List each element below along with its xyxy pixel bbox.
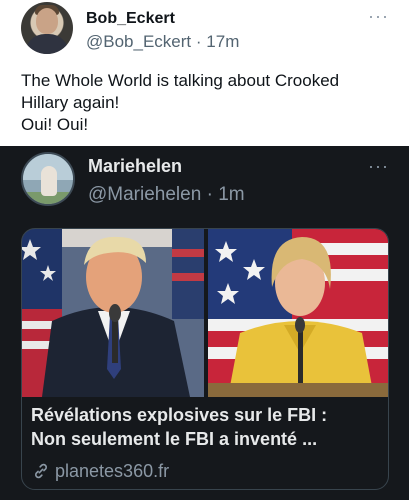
quoted-tweet[interactable]: Mariehelen @Mariehelen · 1m ··· Révélati… bbox=[0, 146, 409, 500]
tweet-text-line: Hillary again! bbox=[21, 93, 120, 112]
tweet[interactable]: Bob_Eckert @Bob_Eckert · 17m ··· The Who… bbox=[0, 0, 409, 146]
author-meta: @Bob_Eckert · 17m bbox=[86, 32, 239, 52]
author-handle[interactable]: @Bob_Eckert bbox=[86, 32, 191, 51]
link-icon bbox=[35, 463, 47, 479]
tweet-text-line: Oui! Oui! bbox=[21, 115, 89, 134]
quoted-tweet-timestamp[interactable]: 1m bbox=[218, 184, 244, 205]
quoted-author-handle[interactable]: @Mariehelen bbox=[88, 184, 201, 205]
quoted-author-display-name[interactable]: Mariehelen bbox=[88, 156, 182, 177]
tweet-text-line: The Whole World is talking about Crooked bbox=[21, 71, 340, 90]
tweet-timestamp[interactable]: 17m bbox=[206, 32, 239, 51]
meta-separator: · bbox=[195, 32, 202, 51]
link-preview-domain: planetes360.fr bbox=[55, 460, 170, 481]
quoted-author-meta: @Mariehelen · 1m bbox=[88, 184, 245, 206]
author-display-name[interactable]: Bob_Eckert bbox=[86, 10, 175, 28]
left-photo bbox=[22, 229, 204, 397]
link-preview-image bbox=[22, 229, 388, 397]
link-preview-domain-row[interactable]: planetes360.fr bbox=[31, 459, 169, 483]
more-options-icon[interactable]: ··· bbox=[368, 156, 389, 177]
more-options-icon[interactable]: ··· bbox=[368, 6, 389, 27]
link-preview-title[interactable]: Révélations explosives sur le FBI : Non … bbox=[31, 403, 387, 451]
author-avatar[interactable] bbox=[21, 2, 73, 54]
meta-separator: · bbox=[206, 184, 213, 205]
quoted-author-avatar[interactable] bbox=[21, 152, 75, 206]
link-preview-title-line: Révélations explosives sur le FBI : bbox=[31, 405, 328, 425]
right-photo bbox=[208, 229, 388, 397]
link-preview-card[interactable]: Révélations explosives sur le FBI : Non … bbox=[21, 228, 389, 490]
tweet-text: The Whole World is talking about Crooked… bbox=[21, 70, 393, 136]
link-preview-title-line: Non seulement le FBI a inventé ... bbox=[31, 429, 318, 449]
